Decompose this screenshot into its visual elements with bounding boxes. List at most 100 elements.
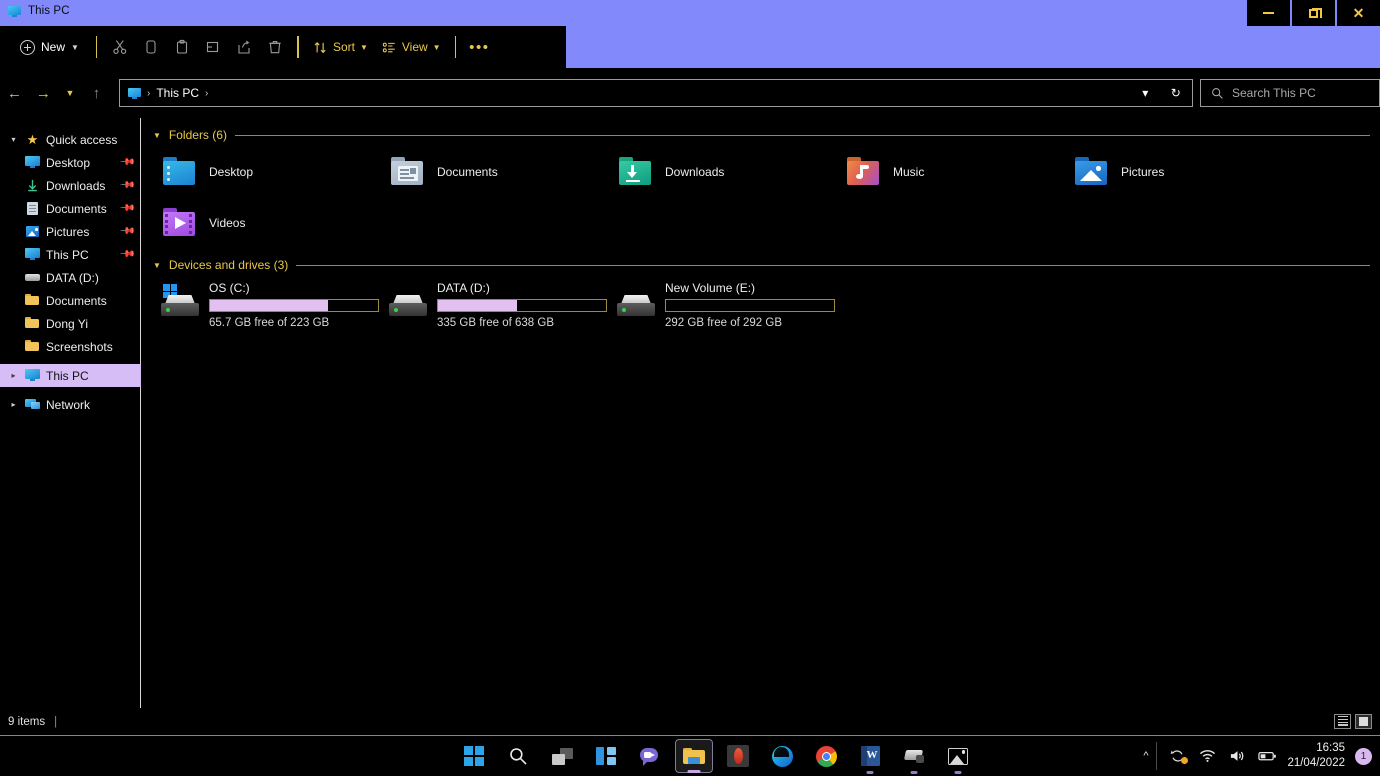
folder-downloads-icon xyxy=(619,157,653,186)
device-button[interactable] xyxy=(895,739,933,773)
desktop-icon xyxy=(25,155,40,170)
drive-usage-bar xyxy=(665,299,835,312)
opera-button[interactable] xyxy=(719,739,757,773)
sidebar-item-documents-folder[interactable]: Documents xyxy=(0,289,140,312)
drive-tile-os-c[interactable]: OS (C:) 65.7 GB free of 223 GB xyxy=(153,277,381,329)
recent-locations-button[interactable]: ▼ xyxy=(58,78,82,108)
sidebar-item-this-pc[interactable]: ▸ This PC xyxy=(0,364,141,387)
folder-tile-label: Downloads xyxy=(665,165,724,179)
word-button[interactable]: W xyxy=(851,739,889,773)
pin-icon[interactable]: 📌 xyxy=(118,154,135,171)
start-button[interactable] xyxy=(455,739,493,773)
sidebar-item-network[interactable]: ▸ Network xyxy=(0,393,140,416)
folder-tile-videos[interactable]: Videos xyxy=(153,197,381,248)
folder-documents-icon xyxy=(391,157,425,186)
copy-button[interactable] xyxy=(135,32,166,62)
more-options-button[interactable]: ••• xyxy=(463,40,496,55)
rename-button[interactable] xyxy=(197,32,228,62)
folders-tile-grid: Desktop Documents Downloads xyxy=(153,146,1370,248)
search-input[interactable]: Search This PC xyxy=(1232,86,1316,100)
share-button[interactable] xyxy=(228,32,259,62)
drive-tile-data-d[interactable]: DATA (D:) 335 GB free of 638 GB xyxy=(381,277,609,329)
folder-tile-pictures[interactable]: Pictures xyxy=(1065,146,1293,197)
refresh-button[interactable]: ↻ xyxy=(1171,86,1181,100)
folder-tile-music[interactable]: Music xyxy=(837,146,1065,197)
sidebar-item-quick-access[interactable]: ▾ ★ Quick access xyxy=(0,128,140,151)
address-bar[interactable]: › This PC › xyxy=(119,79,1132,107)
chevron-right-icon[interactable]: ▸ xyxy=(8,400,19,409)
close-button[interactable]: ✕ xyxy=(1335,0,1380,26)
forward-button[interactable]: → xyxy=(29,78,58,108)
sort-button[interactable]: Sort ▼ xyxy=(306,32,375,62)
pin-icon[interactable]: 📌 xyxy=(118,200,135,217)
toolbar-divider xyxy=(96,36,98,58)
minimize-icon xyxy=(1263,12,1274,15)
sidebar-item-data-d[interactable]: DATA (D:) xyxy=(0,266,140,289)
sort-arrows-icon xyxy=(313,40,328,55)
battery-icon[interactable] xyxy=(1257,750,1277,762)
sidebar-item-dong-yi[interactable]: Dong Yi xyxy=(0,312,140,335)
paste-button[interactable] xyxy=(166,32,197,62)
chat-button[interactable] xyxy=(631,739,669,773)
widgets-button[interactable] xyxy=(587,739,625,773)
up-button[interactable]: ↑ xyxy=(82,78,111,108)
search-box[interactable]: Search This PC xyxy=(1200,79,1380,107)
folder-tile-documents[interactable]: Documents xyxy=(381,146,609,197)
running-indicator xyxy=(911,771,918,774)
drives-group-header[interactable]: ▼ Devices and drives (3) xyxy=(153,258,1370,272)
edge-button[interactable] xyxy=(763,739,801,773)
tray-overflow-button[interactable]: ^ xyxy=(1135,742,1157,770)
large-icons-view-button[interactable] xyxy=(1355,714,1372,729)
view-button[interactable]: View ▼ xyxy=(375,32,448,62)
sidebar-item-documents[interactable]: Documents 📌 xyxy=(0,197,140,220)
onedrive-sync-icon[interactable] xyxy=(1167,748,1187,764)
sidebar-item-label: This PC xyxy=(46,369,89,383)
sidebar-item-downloads[interactable]: Downloads 📌 xyxy=(0,174,140,197)
restore-button[interactable] xyxy=(1290,0,1335,26)
search-icon xyxy=(508,746,528,766)
details-view-button[interactable] xyxy=(1334,714,1351,729)
speaker-icon[interactable] xyxy=(1227,749,1247,763)
sidebar-item-pictures[interactable]: Pictures 📌 xyxy=(0,220,140,243)
folder-tile-label: Pictures xyxy=(1121,165,1164,179)
large-icons-view-icon xyxy=(1359,717,1368,726)
triangle-down-icon[interactable]: ▼ xyxy=(153,131,161,140)
task-view-button[interactable] xyxy=(543,739,581,773)
triangle-down-icon[interactable]: ▼ xyxy=(153,261,161,270)
sidebar-item-screenshots[interactable]: Screenshots xyxy=(0,335,140,358)
history-dropdown-button[interactable]: ▾ xyxy=(1142,86,1148,100)
new-button[interactable]: New ▼ xyxy=(10,32,89,62)
pin-icon[interactable]: 📌 xyxy=(118,223,135,240)
drive-usage-bar xyxy=(209,299,379,312)
pin-icon[interactable]: 📌 xyxy=(118,177,135,194)
cut-button[interactable] xyxy=(104,32,135,62)
folder-tile-desktop[interactable]: Desktop xyxy=(153,146,381,197)
pin-icon[interactable]: 📌 xyxy=(118,246,135,263)
group-separator-line xyxy=(235,135,1370,136)
chevron-down-icon[interactable]: ▾ xyxy=(8,135,19,144)
notification-badge[interactable]: 1 xyxy=(1355,748,1372,765)
search-taskbar-button[interactable] xyxy=(499,739,537,773)
drive-tile-new-volume-e[interactable]: New Volume (E:) 292 GB free of 292 GB xyxy=(609,277,837,329)
minimize-button[interactable] xyxy=(1245,0,1290,26)
folder-tile-downloads[interactable]: Downloads xyxy=(609,146,837,197)
chevron-right-icon[interactable]: ▸ xyxy=(8,371,19,380)
file-explorer-button[interactable] xyxy=(675,739,713,773)
photos-button[interactable] xyxy=(939,739,977,773)
network-icon xyxy=(25,397,40,412)
taskbar-items: W xyxy=(455,739,977,773)
breadcrumb-this-pc[interactable]: This PC xyxy=(156,86,199,100)
folders-group-header[interactable]: ▼ Folders (6) xyxy=(153,128,1370,142)
chrome-button[interactable] xyxy=(807,739,845,773)
back-button[interactable]: ← xyxy=(0,78,29,108)
chevron-down-icon: ▼ xyxy=(433,43,441,52)
wifi-icon[interactable] xyxy=(1197,749,1217,763)
chevron-down-icon: ▼ xyxy=(71,43,79,52)
sidebar-item-label: Screenshots xyxy=(46,340,113,354)
sidebar-item-desktop[interactable]: Desktop 📌 xyxy=(0,151,140,174)
clock[interactable]: 16:35 21/04/2022 xyxy=(1287,741,1345,771)
breadcrumb-separator-end[interactable]: › xyxy=(205,88,208,99)
delete-button[interactable] xyxy=(259,32,290,62)
sidebar-item-this-pc-pinned[interactable]: This PC 📌 xyxy=(0,243,140,266)
running-indicator xyxy=(955,771,962,774)
